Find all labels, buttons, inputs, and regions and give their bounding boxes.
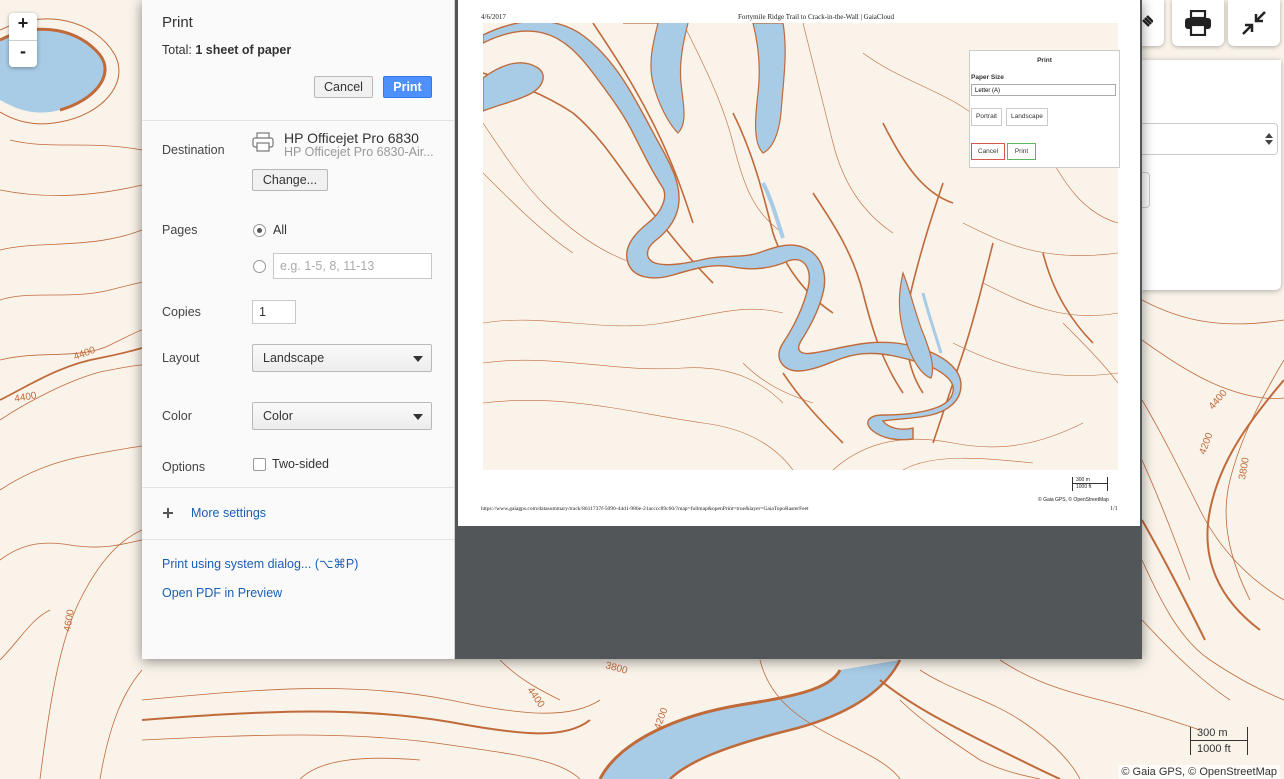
popup-paper-size-select: Letter (A): [971, 84, 1116, 96]
compress-icon: [1242, 11, 1266, 35]
two-sided-label: Two-sided: [272, 457, 329, 471]
preview-attribution: © Gaia GPS, © OpenStreetMap: [1038, 497, 1109, 503]
map-zoom-control: + -: [9, 13, 37, 67]
print-preview-area: 4/6/2017 Fortymile Ridge Trail to Crack-…: [455, 0, 1142, 659]
more-settings-link[interactable]: More settings: [191, 506, 266, 520]
pages-all-radio[interactable]: [253, 224, 266, 237]
copies-input[interactable]: [252, 300, 296, 324]
popup-portrait-button: Portrait: [971, 108, 1002, 126]
layout-label: Layout: [162, 351, 200, 365]
scale-imperial: 1000 ft: [1190, 741, 1248, 755]
chevron-down-icon: [413, 414, 423, 420]
layout-value: Landscape: [263, 351, 325, 365]
preview-page: 4/6/2017 Fortymile Ridge Trail to Crack-…: [458, 0, 1140, 526]
page-date: 4/6/2017: [481, 13, 506, 21]
print-settings-panel: Print Total: 1 sheet of paper Cancel Pri…: [142, 0, 455, 659]
preview-scale-imperial: 1000 ft: [1072, 484, 1108, 491]
preview-scale-bar: 300 m 1000 ft: [1072, 477, 1108, 491]
zoom-out-button[interactable]: -: [9, 41, 37, 67]
map-attribution: © Gaia GPS, © OpenStreetMap: [1118, 765, 1280, 779]
pages-label: Pages: [162, 223, 198, 237]
layout-select[interactable]: Landscape: [252, 344, 432, 372]
change-destination-button[interactable]: Change...: [252, 169, 328, 191]
print-submit-button[interactable]: Print: [383, 76, 432, 98]
page-number: 1/1: [1110, 506, 1118, 512]
copies-label: Copies: [162, 305, 201, 319]
chevron-down-icon: [413, 356, 423, 362]
printer-name: HP Officejet Pro 6830: [284, 130, 419, 146]
two-sided-checkbox[interactable]: [253, 458, 266, 471]
pages-all-label: All: [273, 223, 287, 237]
cancel-button[interactable]: Cancel: [314, 76, 373, 98]
popup-title: Print: [1037, 57, 1052, 64]
panel-select[interactable]: [1141, 123, 1278, 155]
open-pdf-link[interactable]: Open PDF in Preview: [162, 586, 282, 600]
plus-icon: [163, 508, 173, 518]
select-arrows-icon: [1265, 133, 1273, 145]
divider: [142, 120, 454, 121]
printer-icon: [252, 132, 274, 152]
color-value: Color: [263, 409, 293, 423]
popup-paper-size-label: Paper Size: [971, 74, 1004, 81]
scale-metric: 300 m: [1190, 727, 1248, 741]
system-dialog-link[interactable]: Print using system dialog... (⌥⌘P): [162, 556, 358, 571]
dialog-title: Print: [162, 14, 193, 31]
color-label: Color: [162, 409, 192, 423]
printer-subtitle: HP Officejet Pro 6830-Air...: [284, 145, 434, 159]
divider: [142, 487, 454, 488]
print-button[interactable]: [1172, 0, 1224, 46]
map-side-panel: [1141, 60, 1281, 290]
preview-scale-metric: 300 m: [1072, 477, 1108, 484]
pages-range-input[interactable]: [273, 253, 432, 279]
popup-print-button: Print: [1007, 143, 1036, 160]
print-dialog: Print Total: 1 sheet of paper Cancel Pri…: [142, 0, 1142, 659]
options-label: Options: [162, 460, 206, 474]
total-sheets: Total: 1 sheet of paper: [162, 43, 291, 57]
pages-custom-radio[interactable]: [253, 260, 266, 273]
page-url: https://www.gaiagps.com/datasummary/trac…: [481, 506, 809, 512]
zoom-in-button[interactable]: +: [9, 13, 37, 41]
destination-label: Destination: [162, 143, 225, 157]
popup-landscape-button: Landscape: [1006, 108, 1048, 126]
total-label: Total:: [162, 43, 192, 57]
color-select[interactable]: Color: [252, 402, 432, 430]
page-title: Fortymile Ridge Trail to Crack-in-the-Wa…: [738, 13, 894, 21]
panel-button[interactable]: [1141, 172, 1150, 208]
exit-fullscreen-button[interactable]: [1228, 0, 1280, 46]
popup-cancel-button: Cancel: [971, 143, 1005, 160]
printer-icon: [1185, 10, 1211, 36]
divider: [142, 539, 454, 540]
total-value: 1 sheet of paper: [195, 43, 292, 57]
map-scale-bar: 300 m 1000 ft: [1190, 727, 1248, 755]
preview-print-popup: Print Paper Size Letter (A) Portrait Lan…: [969, 50, 1120, 168]
